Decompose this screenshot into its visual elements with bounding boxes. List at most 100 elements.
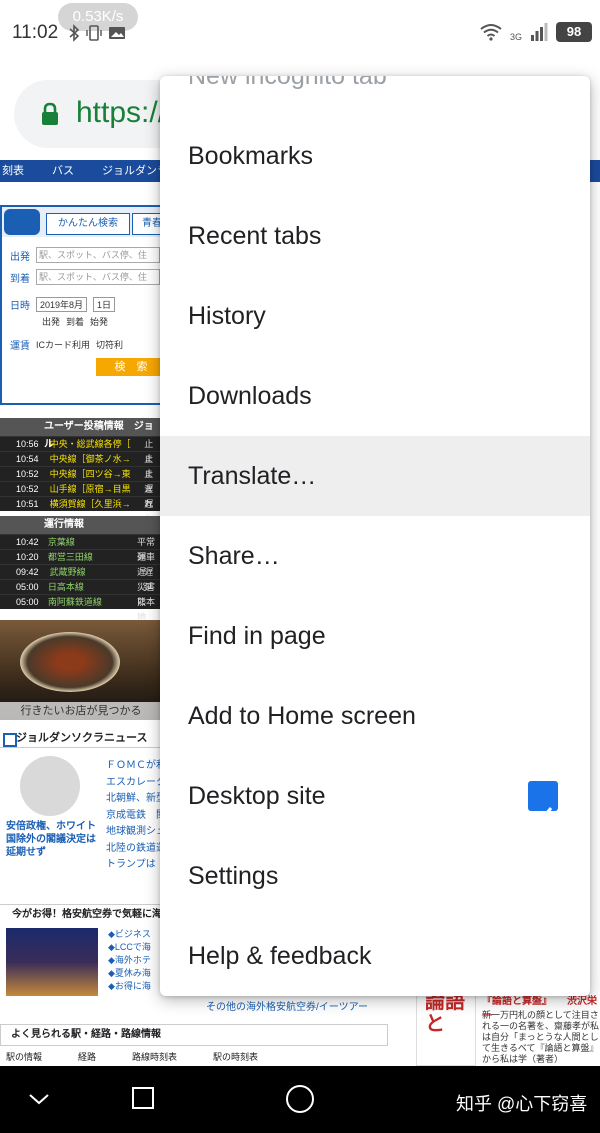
operation-row[interactable]: 09:42 武蔵野線 遅延 [0, 564, 162, 592]
menu-item-bookmarks[interactable]: Bookmarks [160, 116, 590, 196]
day-select[interactable]: 1日 [93, 297, 116, 312]
site-nav-link[interactable]: 刻表 [2, 160, 24, 182]
date-label: 日時 [10, 301, 30, 312]
op-time: 10:20 [16, 552, 39, 562]
menu-item-help-feedback[interactable]: Help & feedback [160, 916, 590, 996]
news-item-link[interactable]: エスカレータ [106, 775, 166, 792]
overflow-menu: New incognito tab Bookmarks Recent tabs Hi… [160, 76, 590, 996]
menu-item-label: Translate… [188, 462, 317, 490]
menu-item-add-to-home-screen[interactable]: Add to Home screen [160, 676, 590, 756]
back-icon[interactable] [28, 1092, 50, 1106]
news-item-link[interactable]: トランプは [106, 857, 166, 874]
menu-item-share[interactable]: Share… [160, 516, 590, 596]
user-post-row[interactable]: 10:51横須賀線［久里浜→遅れ [0, 496, 162, 524]
cheap-flights-image[interactable] [6, 928, 98, 996]
post-line[interactable]: 中央・総武線各停［ [50, 437, 139, 451]
month-select[interactable]: 2019年8月 [36, 297, 88, 312]
op-line[interactable]: 日高本線 [48, 580, 131, 594]
op-time: 09:42 [16, 567, 39, 577]
post-time: 10:52 [16, 469, 39, 479]
site-nav-link[interactable]: ジョルダンラ [102, 160, 168, 182]
recents-icon[interactable] [131, 1086, 155, 1110]
radio-first[interactable]: 始発 [90, 315, 108, 328]
site-nav-link[interactable]: バス [52, 160, 74, 182]
op-time: 10:42 [16, 537, 39, 547]
from-field[interactable]: 駅、スポット、バス停、住 [36, 247, 160, 263]
menu-item-new-incognito-tab[interactable]: New incognito tab [160, 76, 590, 116]
fare-label: 運賃 [10, 341, 30, 352]
post-line[interactable]: 中央線［四ツ谷→東 [50, 467, 139, 481]
news-headline[interactable]: 安倍政権、ホワイト国除外の閣議決定は延期せず [6, 820, 102, 859]
operation-row[interactable]: 10:42 京葉線 平常運 [0, 534, 162, 562]
home-icon[interactable] [285, 1084, 315, 1114]
search-box-header: かんたん検索 青春 [2, 207, 172, 237]
operation-row[interactable]: 05:00 日高本線 災害に [0, 579, 162, 607]
op-line[interactable]: 都営三田線 [48, 550, 131, 564]
menu-item-translate[interactable]: Translate… [160, 436, 590, 516]
menu-item-desktop-site[interactable]: Desktop site [160, 756, 590, 836]
food-bowl [20, 632, 120, 692]
operation-info-panel: 運行情報 10:42 京葉線 平常運 10:20 都営三田線 列車遅 09:42 武蔵野線 遅延… [0, 516, 162, 622]
route-column-header[interactable]: 路線時刻表 [132, 1050, 177, 1063]
to-field[interactable]: 駅、スポット、バス停、住 [36, 269, 160, 285]
search-button[interactable]: 検 索 [96, 358, 166, 376]
post-line[interactable]: 中央線［御茶ノ水→ [50, 452, 139, 466]
news-item-link[interactable]: 北朝鮮、新型 [106, 791, 166, 808]
news-list: ＦＯＭＣが利 エスカレータ 北朝鮮、新型 京成電鉄 関地球観測シュ 北陸の鉄道運 トランプ… [106, 758, 166, 874]
more-flights-link[interactable]: その他の海外格安航空券/イーツアー [206, 998, 368, 1013]
lock-icon [42, 102, 58, 125]
news-item-link[interactable]: 北陸の鉄道運 [106, 841, 166, 858]
cheap-flight-link[interactable]: ◆LCCで海 [108, 941, 151, 954]
post-time: 10:56 [16, 439, 39, 449]
menu-item-label: Share… [188, 542, 280, 570]
tab-easy-search[interactable]: かんたん検索 [46, 213, 130, 235]
user-post-row[interactable]: 10:54 中央線［御茶ノ水→ 止ま [0, 451, 162, 479]
news-item-link[interactable]: ＦＯＭＣが利 [106, 758, 166, 775]
op-status: 平常運 [137, 537, 156, 562]
news-item-link[interactable]: 地球観測シュ [106, 824, 166, 841]
fare-row: 運賃 ICカード利用 切符利 [10, 337, 123, 352]
signal-icon [531, 23, 548, 41]
radio-arrive[interactable]: 到着 [66, 315, 84, 328]
user-post-row[interactable]: 10:52 中央線［四ツ谷→東 止ま [0, 466, 162, 494]
food-banner-image[interactable]: 行きたいお店が見つかる [0, 620, 162, 720]
routes-columns: 駅の情報 経路 路線時刻表 駅の時刻表 [6, 1050, 258, 1063]
user-posts-title: ユーザー投稿情報 ジョル [0, 418, 162, 450]
cheap-flight-link[interactable]: ◆ビジネス [108, 928, 151, 941]
cheap-flights-title: 今がお得！格安航空券で気軽に海外 [0, 904, 170, 940]
op-status: 熊本地 [137, 597, 156, 622]
operation-info-title: 運行情報 [0, 516, 162, 534]
menu-item-recent-tabs[interactable]: Recent tabs [160, 196, 590, 276]
status-icons-left [68, 24, 126, 42]
post-line[interactable]: 山手線［原宿→目黒 [50, 482, 139, 496]
menu-item-label: Find in page [188, 622, 326, 650]
route-column-header[interactable]: 経路 [78, 1050, 96, 1063]
cheap-flight-link[interactable]: ◆海外ホテ [108, 954, 151, 967]
menu-item-find-in-page[interactable]: Find in page [160, 596, 590, 676]
op-line[interactable]: 武蔵野線 [50, 565, 139, 579]
op-line[interactable]: 京葉線 [48, 535, 131, 549]
radio-ticket[interactable]: 切符利 [96, 338, 123, 351]
menu-item-label: Help & feedback [188, 942, 372, 970]
menu-item-downloads[interactable]: Downloads [160, 356, 590, 436]
radio-ic-card[interactable]: ICカード利用 [36, 338, 90, 351]
news-item-link[interactable]: 京成電鉄 関 [106, 808, 166, 825]
radio-depart[interactable]: 出発 [42, 315, 60, 328]
menu-item-history[interactable]: History [160, 276, 590, 356]
cheap-flight-link[interactable]: ◆お得に海 [108, 980, 151, 993]
post-line[interactable]: 横須賀線［久里浜→ [50, 497, 139, 511]
checkbox-checked-icon[interactable] [528, 781, 558, 823]
operation-row[interactable]: 05:00 南阿蘇鉄道線 熊本地 [0, 594, 162, 622]
user-post-row[interactable]: 10:52 山手線［原宿→目黒 遅れ [0, 481, 162, 509]
route-column-header[interactable]: 駅の時刻表 [213, 1050, 258, 1063]
book-description: 新一万円札の顔として注目される一の名著を、齋藤孝が私は自分「まっとうな人間として… [482, 1010, 600, 1064]
cheap-flight-link[interactable]: ◆夏休み海 [108, 967, 151, 980]
route-column-header[interactable]: 駅の情報 [6, 1050, 42, 1063]
user-post-row[interactable]: 10:56 中央・総武線各停［ 止ま [0, 436, 162, 464]
battery-level: 98 [556, 22, 592, 42]
op-line[interactable]: 南阿蘇鉄道線 [48, 595, 131, 609]
post-time: 10:51 [16, 499, 39, 509]
menu-item-settings[interactable]: Settings [160, 836, 590, 916]
operation-row[interactable]: 10:20 都営三田線 列車遅 [0, 549, 162, 577]
from-label: 出発 [10, 251, 30, 263]
